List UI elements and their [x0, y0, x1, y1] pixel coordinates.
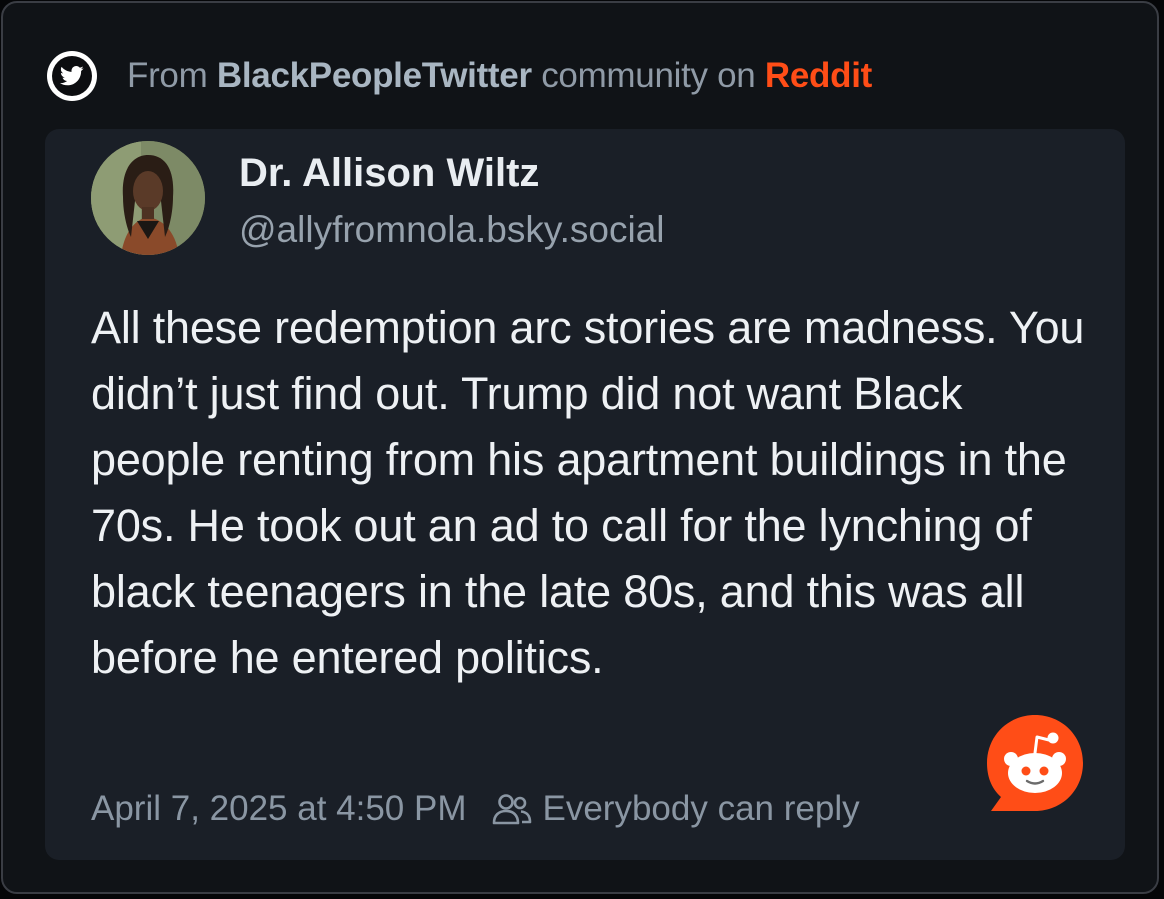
post-text: All these redemption arc stories are mad… [91, 302, 1085, 683]
source-header: From BlackPeopleTwitter community on Red… [47, 49, 872, 103]
reddit-logo-icon [983, 713, 1087, 817]
author-name[interactable]: Dr. Allison Wiltz [239, 151, 539, 196]
source-prefix: From [127, 56, 217, 95]
avatar[interactable] [91, 141, 205, 255]
post-timestamp[interactable]: April 7, 2025 at 4:50 PM [91, 789, 467, 829]
source-middle: community on [531, 56, 765, 95]
post-footer: April 7, 2025 at 4:50 PM Everybody can r… [91, 789, 860, 829]
twitter-bird-icon [47, 51, 97, 101]
post-frame: From BlackPeopleTwitter community on Red… [1, 1, 1159, 894]
community-link[interactable]: BlackPeopleTwitter [217, 56, 532, 95]
reply-setting-label: Everybody can reply [542, 789, 860, 828]
people-icon [491, 792, 533, 826]
platform-link[interactable]: Reddit [765, 56, 872, 95]
source-label: From BlackPeopleTwitter community on Red… [127, 56, 872, 96]
reply-setting[interactable]: Everybody can reply [491, 789, 860, 829]
author-handle[interactable]: @allyfromnola.bsky.social [239, 209, 665, 251]
post-card: Dr. Allison Wiltz @allyfromnola.bsky.soc… [45, 129, 1125, 860]
